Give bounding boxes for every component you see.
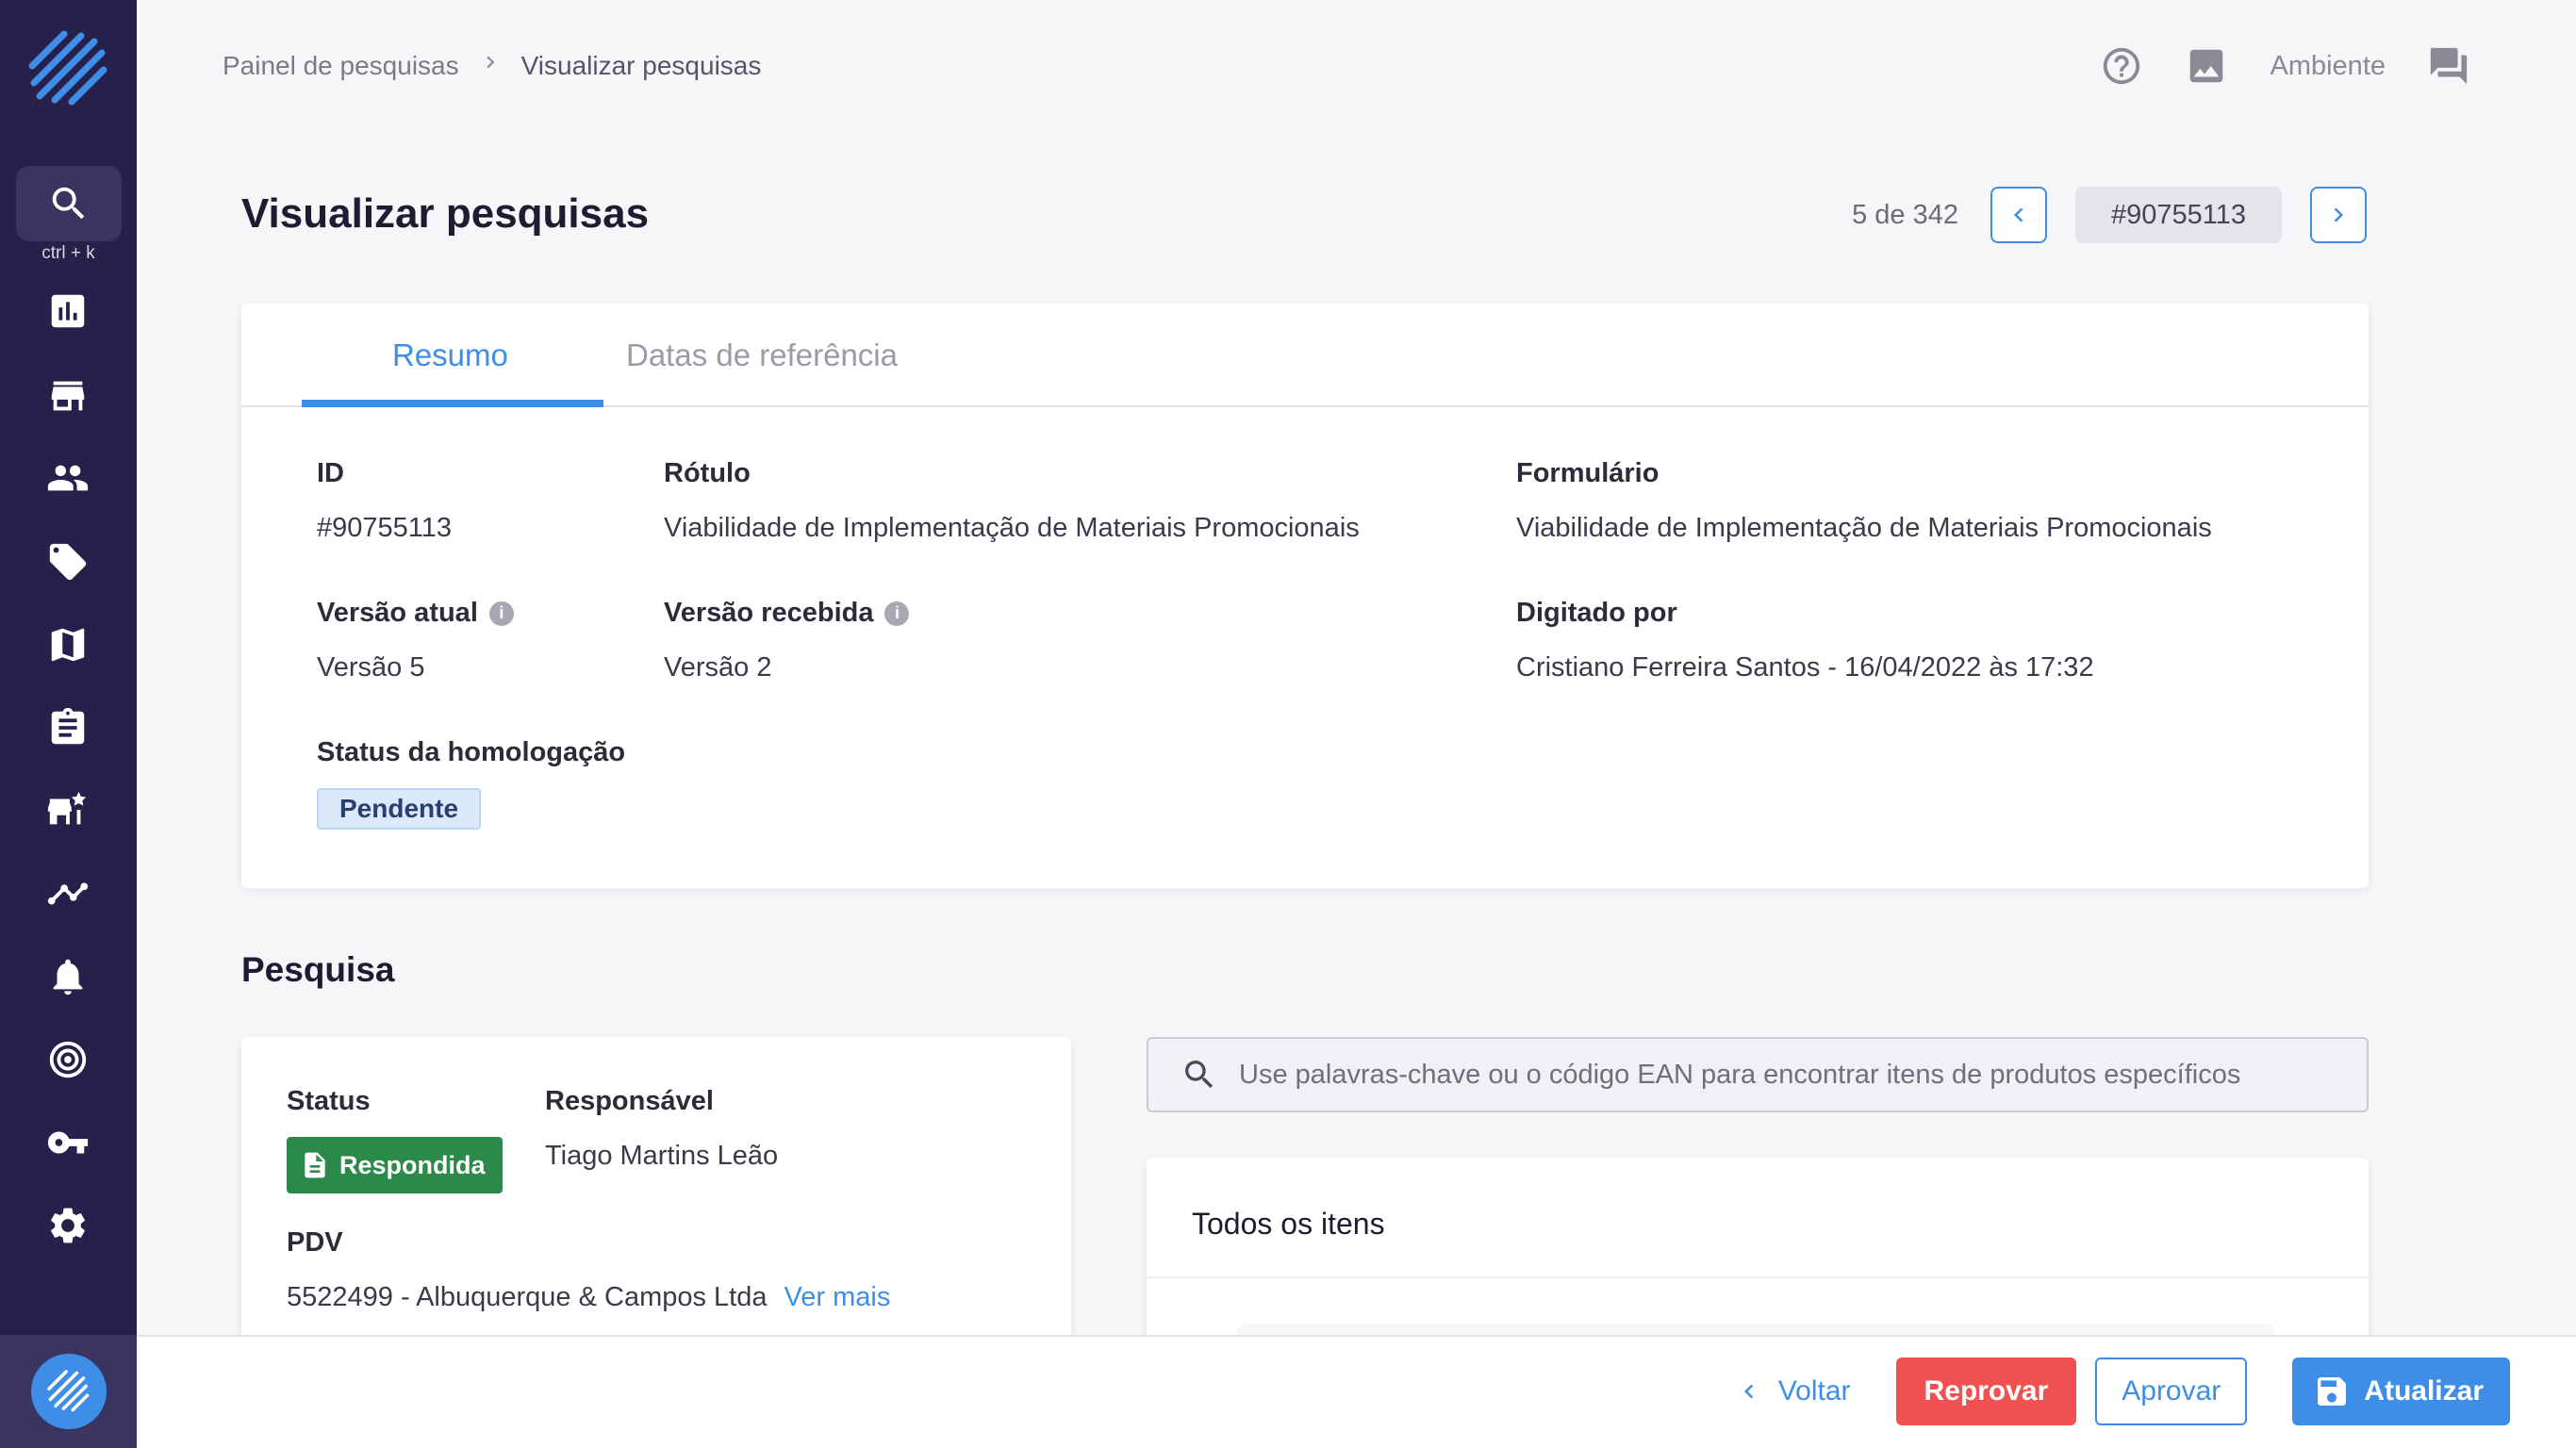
summary-card: Resumo Datas de referência ID #90755113 … xyxy=(241,304,2369,888)
sidebar-item-access[interactable] xyxy=(34,1109,102,1176)
chart-icon xyxy=(51,294,85,328)
chevron-right-icon xyxy=(2334,207,2343,222)
sidebar-item-surveys[interactable] xyxy=(34,694,102,762)
key-icon xyxy=(47,1131,89,1154)
brand-logo-icon[interactable] xyxy=(26,28,109,107)
next-record-button[interactable] xyxy=(2310,187,2367,243)
sidebar: ctrl + k xyxy=(0,0,137,1448)
breadcrumb: Painel de pesquisas Visualizar pesquisas xyxy=(223,49,761,83)
status-label: Status xyxy=(287,1086,371,1116)
chevron-right-icon xyxy=(478,50,503,82)
active-tab-indicator xyxy=(302,400,603,407)
sidebar-item-goals[interactable] xyxy=(34,1026,102,1094)
action-footer: Voltar Reprovar Aprovar Atualizar xyxy=(137,1335,2576,1448)
sidebar-item-map[interactable] xyxy=(34,611,102,679)
rotulo-label: Rótulo xyxy=(664,458,751,488)
clipboard-icon xyxy=(51,707,85,745)
search-icon xyxy=(1185,1061,1214,1089)
reject-button[interactable]: Reprovar xyxy=(1895,1358,2077,1425)
id-label: ID xyxy=(317,458,344,488)
sidebar-item-tags[interactable] xyxy=(34,528,102,596)
sidebar-footer xyxy=(0,1335,137,1448)
chat-icon[interactable] xyxy=(2427,44,2470,88)
trend-icon xyxy=(47,882,89,905)
approve-button[interactable]: Aprovar xyxy=(2095,1358,2248,1425)
sidebar-item-store-highlights[interactable] xyxy=(34,776,102,844)
versao-atual-label: Versão atual i xyxy=(317,598,514,629)
people-icon xyxy=(47,465,89,491)
top-actions: Ambiente xyxy=(2100,38,2470,94)
section-title-pesquisa: Pesquisa xyxy=(241,950,395,989)
rotulo-value: Viabilidade de Implementação de Materiai… xyxy=(664,513,1360,543)
digitado-por-value: Cristiano Ferreira Santos - 16/04/2022 à… xyxy=(1516,652,2094,683)
divider xyxy=(1147,1276,2369,1278)
page-title: Visualizar pesquisas xyxy=(241,190,650,237)
versao-atual-value: Versão 5 xyxy=(317,652,425,683)
sidebar-item-dashboard[interactable] xyxy=(34,277,102,345)
formulario-label: Formulário xyxy=(1516,458,1660,488)
summary-tabs: Resumo Datas de referência xyxy=(241,304,2369,407)
responsavel-label: Responsável xyxy=(545,1086,714,1116)
store-star-icon xyxy=(47,791,87,825)
save-icon xyxy=(2318,1377,2347,1406)
gear-icon xyxy=(51,1208,85,1243)
tab-resumo[interactable]: Resumo xyxy=(392,337,508,373)
sidebar-item-stores[interactable] xyxy=(34,362,102,430)
id-value: #90755113 xyxy=(317,513,453,543)
sidebar-item-notifications[interactable] xyxy=(34,943,102,1011)
pdv-label: PDV xyxy=(287,1227,343,1258)
footer-actions: Voltar Reprovar Aprovar Atualizar xyxy=(1707,1358,2510,1425)
ver-mais-link[interactable]: Ver mais xyxy=(784,1282,891,1312)
pdv-value: 5522499 - Albuquerque & Campos Ltda Ver … xyxy=(287,1282,890,1313)
previous-record-button[interactable] xyxy=(1990,187,2047,243)
status-badge-pendente: Pendente xyxy=(317,788,482,830)
pdv-text: 5522499 - Albuquerque & Campos Ltda xyxy=(287,1282,768,1312)
digitado-por-label: Digitado por xyxy=(1516,598,1677,628)
versao-recebida-value: Versão 2 xyxy=(664,652,772,683)
current-record-id: #90755113 xyxy=(2074,187,2282,243)
item-search-field[interactable] xyxy=(1147,1037,2369,1112)
formulario-value: Viabilidade de Implementação de Materiai… xyxy=(1516,513,2212,543)
chevron-left-icon xyxy=(1743,1384,1754,1399)
record-pager: 5 de 342 #90755113 xyxy=(1852,185,2367,245)
pager-count: 5 de 342 xyxy=(1852,199,1958,230)
environment-selector[interactable]: Ambiente xyxy=(2270,51,2386,82)
item-search-input[interactable] xyxy=(1239,1059,2323,1091)
chevron-left-icon xyxy=(2013,207,2023,222)
bell-icon xyxy=(53,959,83,996)
responsavel-value: Tiago Martins Leão xyxy=(545,1141,779,1171)
versao-recebida-label: Versão recebida i xyxy=(664,598,910,629)
breadcrumb-link-painel[interactable]: Painel de pesquisas xyxy=(223,51,459,81)
image-icon[interactable] xyxy=(2185,44,2228,88)
sidebar-item-analytics[interactable] xyxy=(34,860,102,928)
target-icon xyxy=(49,1041,87,1078)
search-shortcut-hint: ctrl + k xyxy=(41,243,95,263)
pesquisa-details-card: Status Respondida Responsável Tiago Mart… xyxy=(241,1037,1071,1348)
info-icon[interactable]: i xyxy=(884,601,910,626)
brand-avatar-icon[interactable] xyxy=(30,1354,107,1429)
update-button[interactable]: Atualizar xyxy=(2292,1358,2510,1425)
tag-icon xyxy=(49,543,87,581)
breadcrumb-current: Visualizar pesquisas xyxy=(520,51,762,80)
sidebar-search-button[interactable] xyxy=(16,166,122,241)
status-homologacao-label: Status da homologação xyxy=(317,737,626,767)
map-icon xyxy=(51,628,85,662)
all-items-title: Todos os itens xyxy=(1192,1207,1385,1241)
back-button[interactable]: Voltar xyxy=(1707,1358,1879,1425)
info-icon[interactable]: i xyxy=(488,601,514,626)
document-icon xyxy=(305,1152,325,1178)
tab-datas-referencia[interactable]: Datas de referência xyxy=(626,337,898,373)
sidebar-item-settings[interactable] xyxy=(34,1192,102,1259)
help-icon[interactable] xyxy=(2100,44,2143,88)
status-badge-respondida: Respondida xyxy=(287,1137,503,1193)
store-icon xyxy=(51,381,85,411)
search-icon xyxy=(52,187,85,220)
sidebar-item-people[interactable] xyxy=(34,444,102,512)
